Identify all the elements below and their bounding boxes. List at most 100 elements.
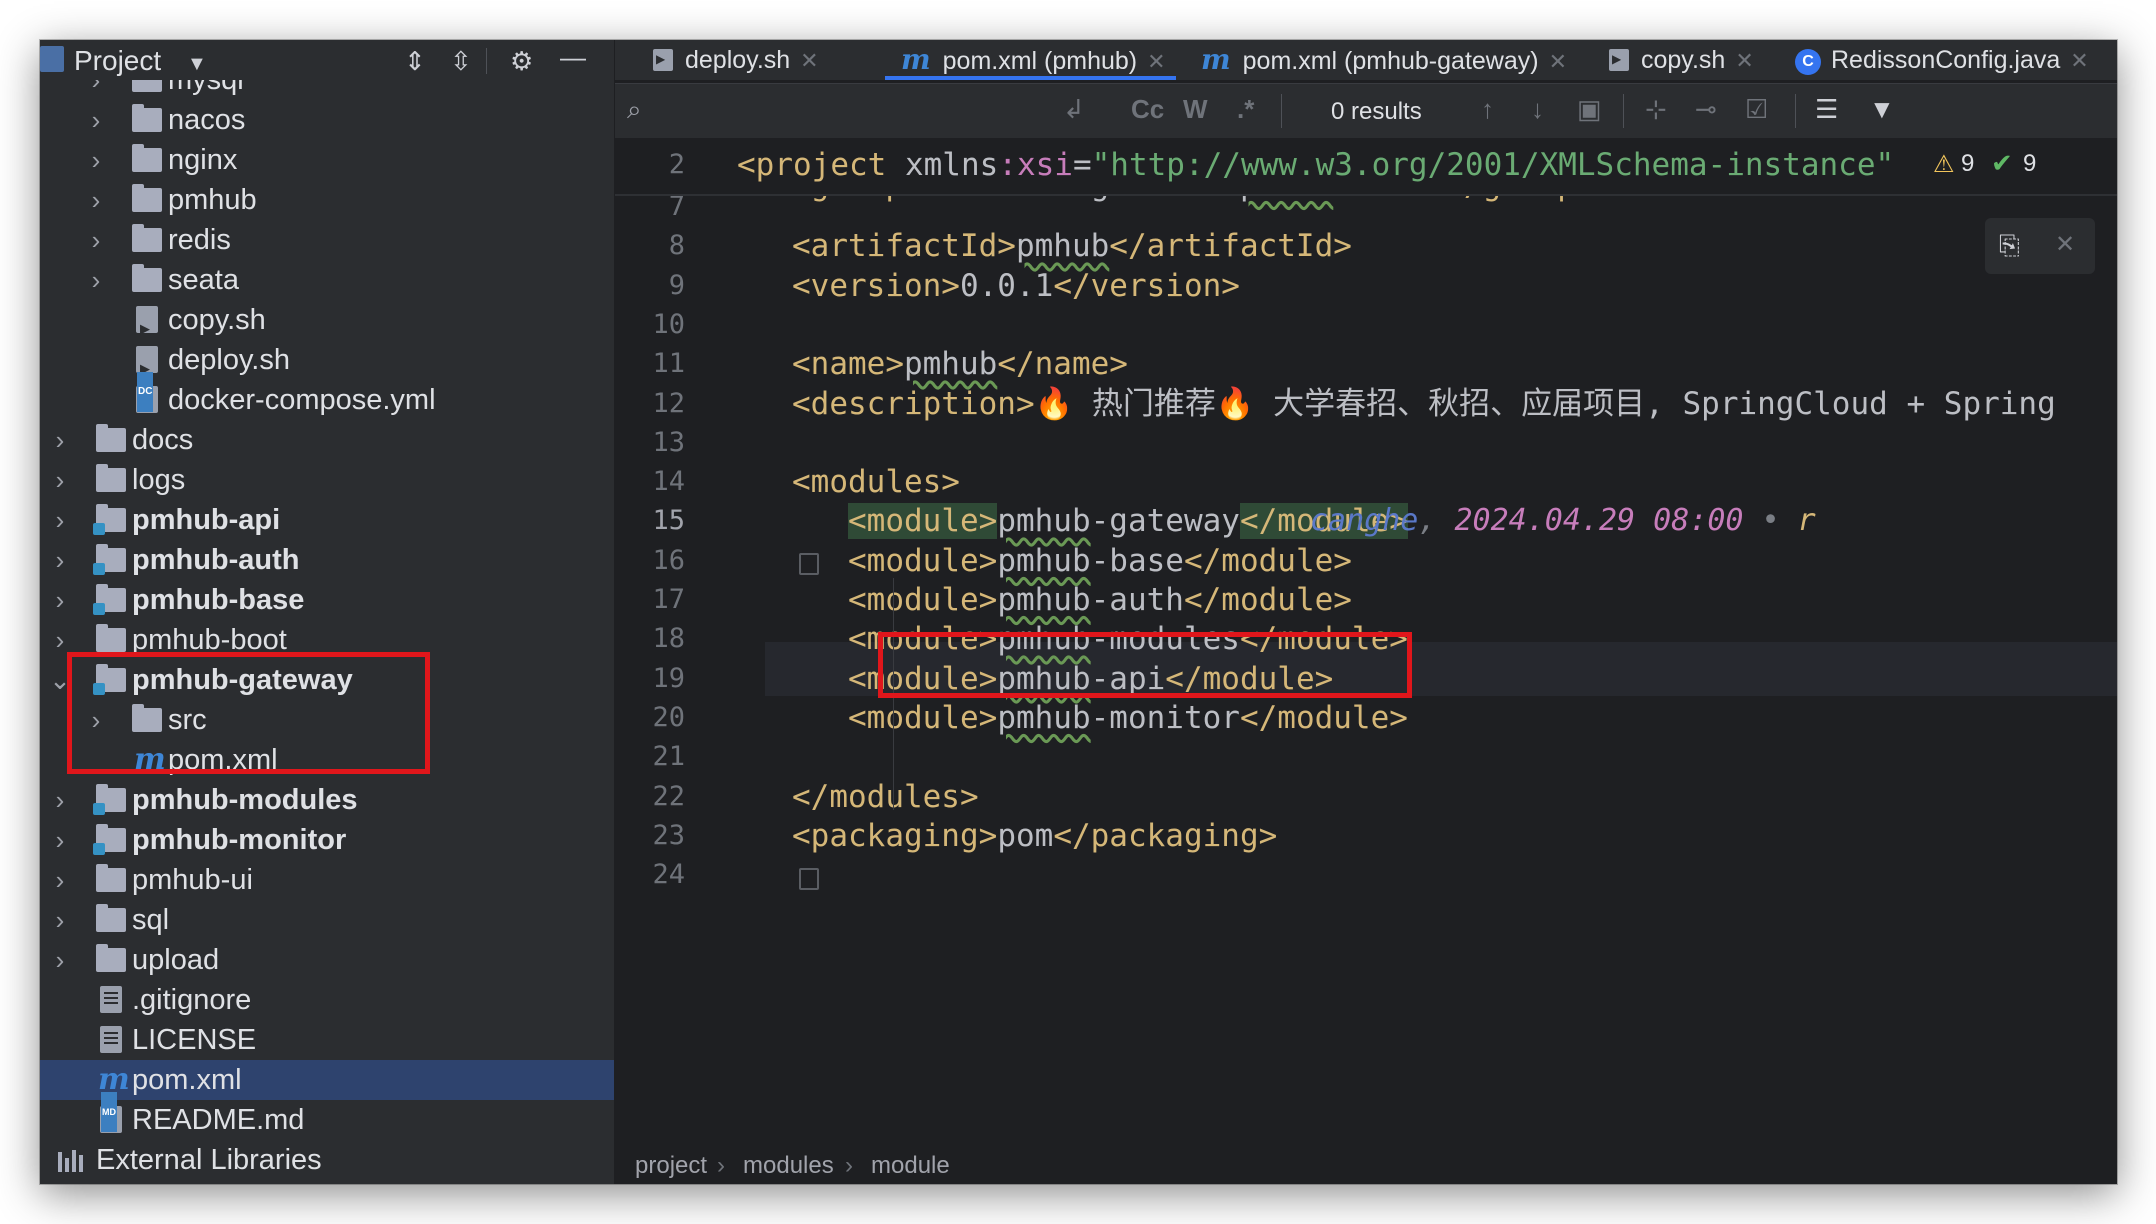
close-icon[interactable]: ✕ bbox=[1147, 49, 1165, 74]
tab-pom-pmhub[interactable]: m pom.xml (pmhub) ✕ bbox=[885, 40, 1176, 80]
chevron-right-icon[interactable]: › bbox=[48, 900, 72, 940]
git-blame-annotation[interactable]: canghe, 2024.04.29 08:00 • r bbox=[1310, 494, 1816, 548]
tree-item[interactable]: › pmhub-monitor bbox=[40, 820, 614, 860]
tree-item[interactable]: › seata bbox=[40, 260, 614, 300]
tree-item[interactable]: › docs bbox=[40, 420, 614, 460]
tree-item[interactable]: › nacos bbox=[40, 100, 614, 140]
folder-icon bbox=[132, 144, 162, 172]
fold-open-icon[interactable] bbox=[799, 553, 819, 575]
search-input[interactable] bbox=[675, 92, 995, 130]
filter-options-icon[interactable]: ☰ bbox=[1815, 94, 1838, 125]
project-view-icon bbox=[40, 46, 64, 72]
tab-redisson-config[interactable]: C RedissonConfig.java ✕ bbox=[1795, 40, 2089, 80]
regex-toggle[interactable]: .* bbox=[1237, 94, 1254, 125]
chevron-right-icon[interactable]: › bbox=[48, 420, 72, 460]
tree-item[interactable]: › upload bbox=[40, 940, 614, 980]
expand-all-icon[interactable]: ⇕ bbox=[404, 46, 426, 77]
sticky-line[interactable]: 2 <project xmlns:xsi="http://www.w3.org/… bbox=[615, 138, 2117, 196]
breadcrumb-item-project[interactable]: project bbox=[635, 1152, 707, 1180]
search-icon[interactable]: ⌕ bbox=[627, 94, 642, 126]
tree-item[interactable]: External Libraries bbox=[40, 1140, 614, 1180]
tab-deploy-sh[interactable]: deploy.sh ✕ bbox=[653, 40, 819, 80]
tree-item[interactable]: m pom.xml bbox=[40, 1060, 614, 1100]
chevron-right-icon[interactable]: › bbox=[48, 580, 72, 620]
tree-item[interactable]: › sql bbox=[40, 900, 614, 940]
match-case-toggle[interactable]: Cc bbox=[1131, 94, 1164, 125]
chevron-right-icon[interactable]: › bbox=[48, 860, 72, 900]
tab-pom-pmhub-gateway[interactable]: m pom.xml (pmhub-gateway) ✕ bbox=[1201, 40, 1567, 80]
module-folder-icon bbox=[93, 544, 126, 575]
select-all-occurrences-icon[interactable]: ☑ bbox=[1745, 94, 1768, 125]
next-occurrence-icon[interactable]: ↓ bbox=[1531, 94, 1544, 125]
tree-item-label: seata bbox=[168, 264, 239, 296]
sticky-line-code: <project xmlns:xsi="http://www.w3.org/20… bbox=[737, 147, 1895, 183]
close-icon[interactable]: ✕ bbox=[1735, 48, 1753, 73]
tree-item[interactable]: README.md bbox=[40, 1092, 614, 1140]
chevron-right-icon[interactable]: › bbox=[48, 820, 72, 860]
ok-count: 9 bbox=[2023, 150, 2037, 177]
chevron-down-icon[interactable]: ▼ bbox=[187, 53, 207, 75]
chevron-right-icon[interactable]: › bbox=[84, 260, 108, 300]
code-line: <version>0.0.1</version> bbox=[792, 267, 1240, 304]
tree-item[interactable]: › pmhub-modules bbox=[40, 780, 614, 820]
tree-item[interactable]: › pmhub bbox=[40, 180, 614, 220]
tree-item[interactable]: › pmhub-api bbox=[40, 500, 614, 540]
collapse-all-icon[interactable]: ⇳ bbox=[450, 46, 472, 77]
add-selection-icon[interactable]: ⊹ bbox=[1645, 94, 1667, 125]
editor-tab-bar: deploy.sh ✕ m pom.xml (pmhub) ✕ m pom.xml (p… bbox=[615, 40, 2117, 80]
breadcrumb-item-modules[interactable]: modules bbox=[743, 1152, 834, 1180]
breadcrumb-separator: › bbox=[845, 1152, 853, 1179]
tab-label: copy.sh bbox=[1641, 46, 1726, 74]
chevron-right-icon[interactable]: › bbox=[48, 940, 72, 980]
tree-item[interactable]: deploy.sh bbox=[40, 340, 614, 389]
divider bbox=[1623, 94, 1624, 128]
project-panel-header: Project ▼ ⇕ ⇳ ⚙ — bbox=[40, 40, 614, 80]
tree-item-label: redis bbox=[168, 224, 231, 256]
tree-item[interactable]: › pmhub-ui bbox=[40, 860, 614, 900]
breadcrumb-item-module[interactable]: module bbox=[871, 1152, 950, 1180]
chevron-right-icon[interactable]: › bbox=[48, 460, 72, 500]
fold-close-icon[interactable] bbox=[799, 868, 819, 890]
tree-item[interactable]: copy.sh bbox=[40, 300, 614, 349]
floating-toolbar: ⎘ ✕ bbox=[1985, 218, 2095, 274]
tree-item[interactable]: › nginx bbox=[40, 140, 614, 180]
chevron-right-icon[interactable]: › bbox=[84, 180, 108, 220]
open-in-window-icon[interactable]: ▣ bbox=[1577, 94, 1602, 125]
reader-mode-icon[interactable]: ⎘ bbox=[1999, 230, 2020, 262]
new-line-icon[interactable]: ↲ bbox=[1063, 94, 1085, 125]
chevron-right-icon[interactable]: › bbox=[84, 140, 108, 180]
tree-item[interactable]: › pmhub-auth bbox=[40, 540, 614, 580]
shell-script-icon bbox=[653, 40, 673, 79]
tab-label: pom.xml (pmhub) bbox=[942, 47, 1138, 75]
warning-icon[interactable]: ⚠ bbox=[1933, 150, 1955, 179]
tree-item[interactable]: LICENSE bbox=[40, 1020, 614, 1060]
tree-item[interactable]: docker-compose.yml bbox=[40, 372, 614, 420]
gear-icon[interactable]: ⚙ bbox=[510, 46, 533, 77]
shell-script-icon bbox=[1609, 40, 1629, 79]
code-line: <module>pmhub-monitor</module> bbox=[848, 699, 1408, 736]
chevron-right-icon[interactable]: › bbox=[48, 540, 72, 580]
hide-panel-icon[interactable]: — bbox=[560, 42, 586, 73]
remove-selection-icon[interactable]: ⊸ bbox=[1695, 94, 1717, 125]
chevron-right-icon[interactable]: › bbox=[84, 100, 108, 140]
tab-copy-sh[interactable]: copy.sh ✕ bbox=[1609, 40, 1754, 80]
close-icon[interactable]: ✕ bbox=[800, 48, 818, 73]
close-icon[interactable]: ✕ bbox=[2070, 48, 2088, 73]
tree-item[interactable]: › pmhub-base bbox=[40, 580, 614, 620]
words-toggle[interactable]: W bbox=[1183, 94, 1208, 125]
tree-item[interactable]: › redis bbox=[40, 220, 614, 260]
breadcrumb-separator: › bbox=[717, 1152, 725, 1179]
previous-occurrence-icon[interactable]: ↑ bbox=[1481, 94, 1494, 125]
tree-item[interactable]: › logs bbox=[40, 460, 614, 500]
close-icon[interactable]: ✕ bbox=[2055, 230, 2075, 259]
filter-icon[interactable]: ▼ bbox=[1869, 94, 1895, 125]
check-icon[interactable]: ✔ bbox=[1991, 148, 2013, 179]
chevron-right-icon[interactable]: › bbox=[48, 500, 72, 540]
tab-label: deploy.sh bbox=[685, 46, 791, 74]
close-icon[interactable]: ✕ bbox=[1549, 49, 1567, 74]
chevron-right-icon[interactable]: › bbox=[84, 220, 108, 260]
chevron-right-icon[interactable]: › bbox=[48, 780, 72, 820]
tree-item-label: .gitignore bbox=[132, 984, 252, 1016]
project-panel-title[interactable]: Project ▼ bbox=[74, 41, 207, 84]
tree-item[interactable]: .gitignore bbox=[40, 980, 614, 1020]
